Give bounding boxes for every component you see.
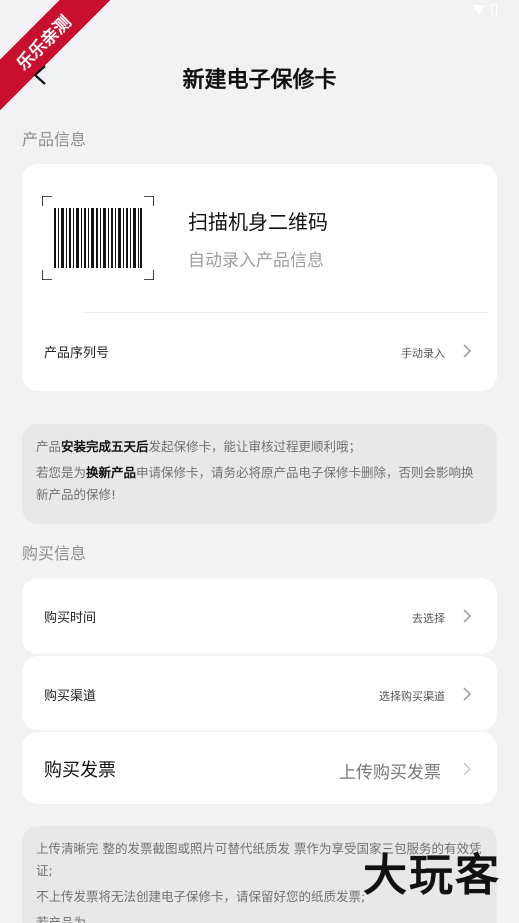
- purchase-time-select[interactable]: 去选择: [412, 610, 445, 626]
- barcode-scan-icon: [42, 196, 154, 280]
- chevron-right-icon: [463, 687, 472, 701]
- notice-emphasis: 安装完成五天后: [61, 439, 149, 454]
- manual-entry-link[interactable]: 手动录入: [401, 345, 445, 361]
- notice-line: 若您是为换新产品申请保修卡，请务必将原产品电子保修卡删除，否则会影响换新产品的保…: [36, 462, 483, 506]
- purchase-channel-label: 购买渠道: [44, 689, 97, 704]
- battery-icon: [491, 4, 497, 15]
- notice-box-product: 产品安装完成五天后发起保修卡，能让审核过程更顺利哦； 若您是为换新产品申请保修卡…: [22, 424, 497, 524]
- scan-qr-button[interactable]: 扫描机身二维码 自动录入产品信息: [42, 196, 477, 282]
- purchase-time-row[interactable]: 购买时间 去选择: [22, 578, 497, 654]
- chevron-right-icon: [463, 762, 472, 776]
- purchase-channel-select[interactable]: 选择购买渠道: [379, 688, 445, 704]
- notice-line: 产品安装完成五天后发起保修卡，能让审核过程更顺利哦；: [36, 436, 483, 458]
- purchase-time-label: 购买时间: [44, 611, 97, 626]
- purchase-invoice-row[interactable]: 购买发票 上传购买发票: [22, 732, 497, 804]
- watermark: 大玩客: [363, 850, 501, 901]
- purchase-channel-row[interactable]: 购买渠道 选择购买渠道: [22, 656, 497, 730]
- chevron-right-icon: [463, 609, 472, 623]
- section-label-purchase: 购买信息: [22, 544, 87, 563]
- scan-subtitle: 自动录入产品信息: [188, 251, 324, 271]
- section-label-product: 产品信息: [22, 130, 87, 149]
- divider: [82, 312, 489, 313]
- product-info-card: 扫描机身二维码 自动录入产品信息 产品序列号 手动录入: [22, 164, 497, 391]
- nav-bar: 新建电子保修卡: [0, 50, 519, 102]
- notice-text: 若您是为: [36, 465, 87, 480]
- page-title: 新建电子保修卡: [182, 68, 337, 93]
- scan-title: 扫描机身二维码: [188, 210, 328, 234]
- chevron-right-icon: [463, 344, 472, 358]
- purchase-invoice-label: 购买发票: [44, 760, 116, 781]
- notice-line: 若产品为: [36, 915, 87, 923]
- upload-invoice-button[interactable]: 上传购买发票: [339, 758, 441, 783]
- notice-text: 发起保修卡，能让审核过程更顺利哦；: [148, 439, 362, 454]
- wifi-icon: [473, 4, 485, 15]
- notice-text: 产品: [36, 439, 62, 454]
- notice-emphasis: 换新产品: [86, 465, 137, 480]
- serial-number-label: 产品序列号: [44, 346, 110, 361]
